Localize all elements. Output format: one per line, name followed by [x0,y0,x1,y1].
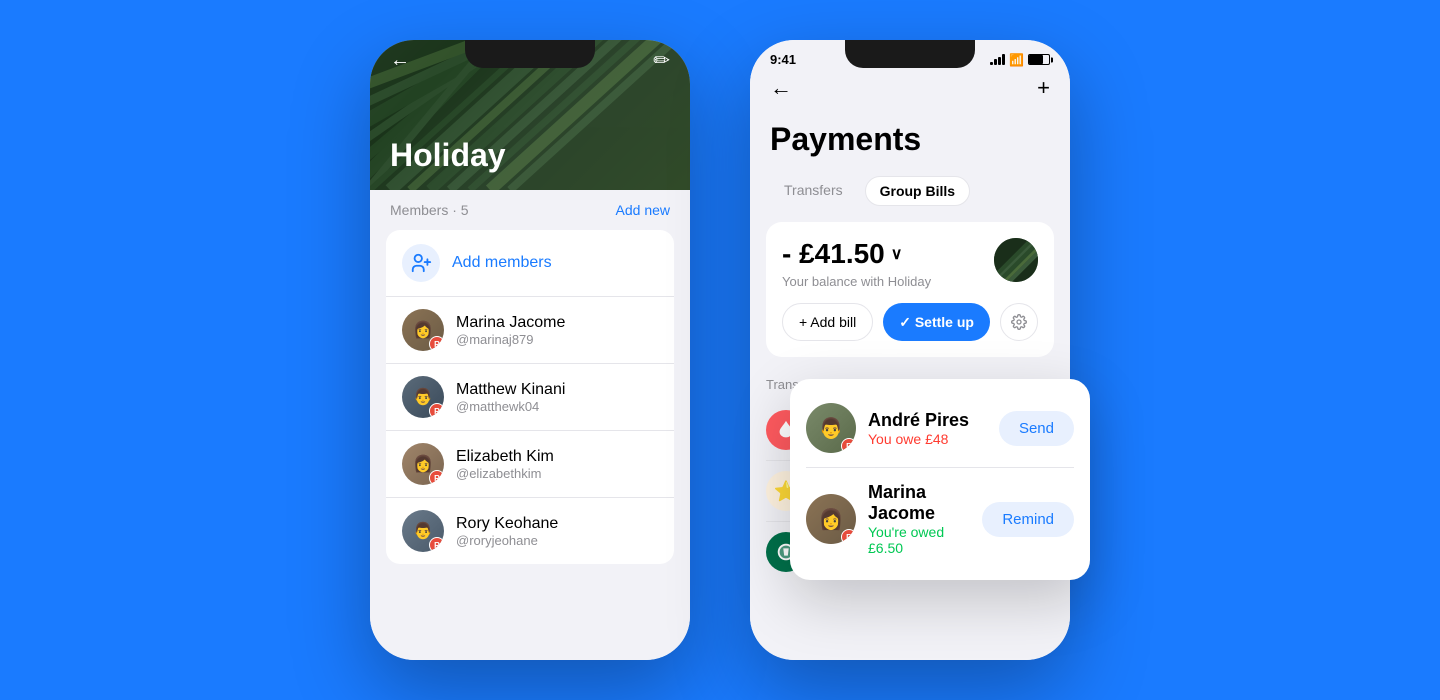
avatar-marina: 👩 R [402,309,444,351]
status-time-2: 9:41 [770,52,796,67]
phone-2-wrapper: 9:41 📶 ← + Payments Transfe [750,40,1070,660]
avatar-matthew: 👨 R [402,376,444,418]
edit-button-1[interactable]: ✏ [653,48,670,73]
popup-card: 👨 R André Pires You owe £48 Send 👩 R Mar… [790,379,1090,580]
popup-owed-marina: You're owed £6.50 [868,524,970,556]
balance-row: - £41.50 ∨ Your balance with Holiday [782,238,1038,289]
member-name-2: Matthew Kinani [456,381,658,399]
member-name-3: Elizabeth Kim [456,448,658,466]
popup-name-marina: Marina Jacome [868,482,970,524]
hero-title: Holiday [390,137,506,174]
popup-owe-andre: You owe £48 [868,431,987,447]
member-handle-4: @roryjeohane [456,533,658,548]
avatar-andre: 👨 R [806,403,856,453]
tabs-row: Transfers Group Bills [750,168,1070,214]
payments-header: Payments [750,109,1070,168]
back-button-1[interactable]: ← [390,49,410,72]
remind-button[interactable]: Remind [982,502,1074,537]
popup-name-andre: André Pires [868,410,987,431]
back-button-2[interactable]: ← [770,75,792,101]
popup-row-andre: 👨 R André Pires You owe £48 Send [806,395,1074,468]
phone-notch-1 [465,40,595,68]
tab-group-bills[interactable]: Group Bills [865,176,970,206]
members-label: Members · 5 [390,202,469,218]
member-handle-2: @matthewk04 [456,399,658,414]
avatar-elizabeth: 👩 R [402,443,444,485]
action-buttons: + Add bill ✓ Settle up [782,303,1038,341]
add-members-row[interactable]: Add members [386,230,674,297]
signal-icon-2 [990,54,1005,65]
avatar-rory: 👨 R [402,510,444,552]
member-name-1: Marina Jacome [456,314,658,332]
member-name-4: Rory Keohane [456,515,658,533]
phone-1: 9:41 📶 ← ✏ Holiday Members · 5 [370,40,690,660]
status-icons-2: 📶 [990,53,1050,67]
settings-button[interactable] [1000,303,1038,341]
add-new-button[interactable]: Add new [616,202,670,218]
add-members-icon [402,244,440,282]
balance-description: Your balance with Holiday [782,274,931,289]
add-button-2[interactable]: + [1037,75,1050,101]
popup-row-marina: 👩 R Marina Jacome You're owed £6.50 Remi… [806,468,1074,564]
balance-card: - £41.50 ∨ Your balance with Holiday [766,222,1054,357]
member-handle-1: @marinaj879 [456,332,658,347]
battery-icon-2 [1028,54,1050,65]
tab-transfers[interactable]: Transfers [770,176,857,206]
member-row[interactable]: 👩 R Marina Jacome @marinaj879 [386,297,674,364]
member-row[interactable]: 👩 R Elizabeth Kim @elizabethkim [386,431,674,498]
settle-up-button[interactable]: ✓ Settle up [883,303,990,341]
phone2-nav: ← + [750,71,1070,109]
add-bill-button[interactable]: + Add bill [782,303,873,341]
wifi-icon-2: 📶 [1009,53,1024,67]
member-handle-3: @elizabethkim [456,466,658,481]
members-card: Add members 👩 R Marina Jacome @marinaj87… [386,230,674,564]
member-row[interactable]: 👨 R Matthew Kinani @matthewk04 [386,364,674,431]
chevron-down-icon[interactable]: ∨ [891,244,903,264]
avatar-marina-popup: 👩 R [806,494,856,544]
group-avatar [994,238,1038,282]
balance-amount: - £41.50 ∨ [782,238,931,270]
payments-title: Payments [770,121,1050,158]
add-members-label: Add members [452,254,552,272]
phone-notch-2 [845,40,975,68]
send-button[interactable]: Send [999,411,1074,446]
phone1-content: Members · 5 Add new Add members [370,190,690,660]
member-row[interactable]: 👨 R Rory Keohane @roryjeohane [386,498,674,564]
members-header: Members · 5 Add new [370,190,690,230]
